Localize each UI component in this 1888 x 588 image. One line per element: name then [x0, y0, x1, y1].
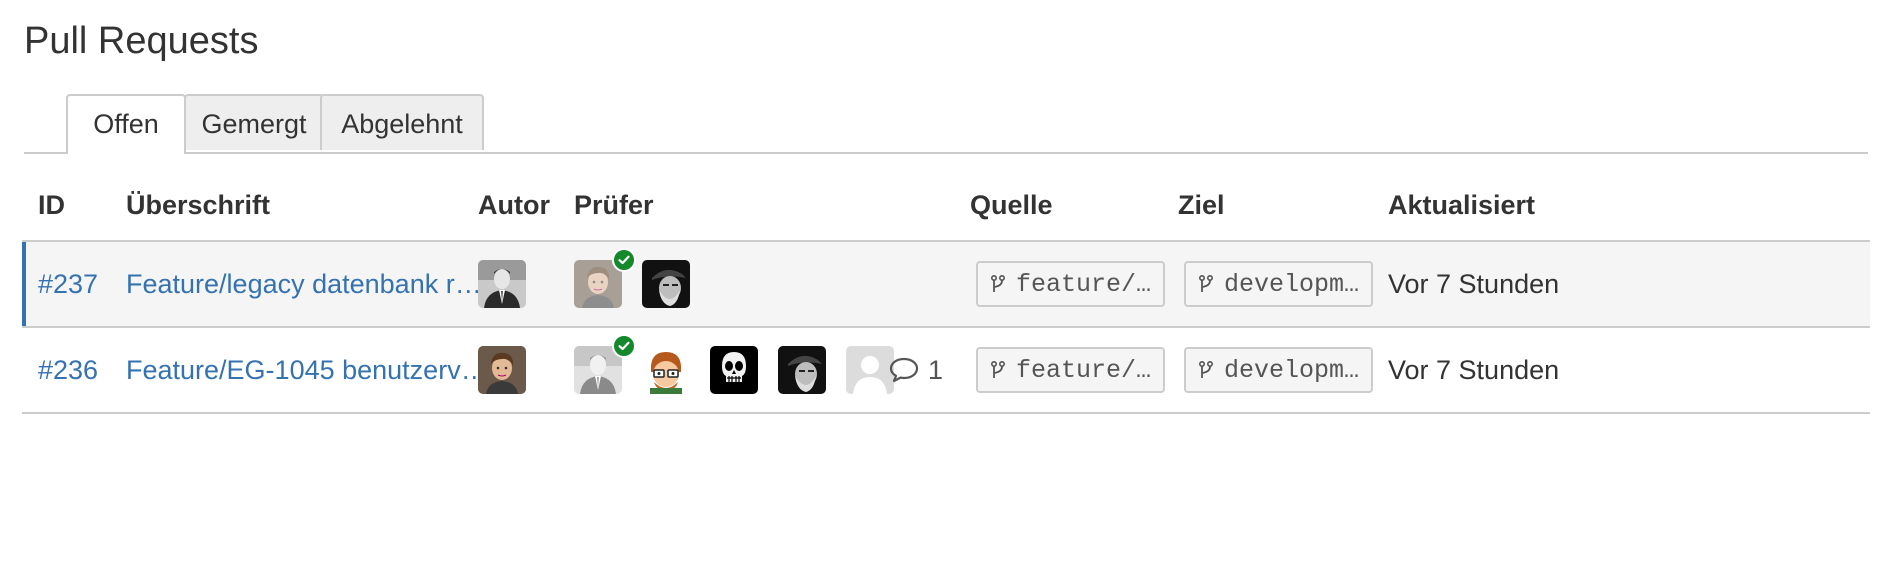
approved-check-icon — [612, 334, 636, 358]
tab-merged[interactable]: Gemergt — [184, 94, 324, 150]
column-header-id: ID — [38, 190, 65, 220]
reviewer-avatar — [642, 260, 690, 308]
pull-request-table: ID Überschrift Autor Prüfer Quelle Ziel … — [22, 180, 1870, 414]
pull-request-title-link[interactable]: Feature/EG-1045 benutzerv… — [126, 355, 488, 386]
source-branch-lozenge[interactable]: feature/… — [976, 261, 1166, 307]
target-branch-lozenge[interactable]: developm… — [1184, 347, 1374, 393]
reviewer-avatar — [846, 346, 894, 394]
table-header: ID Überschrift Autor Prüfer Quelle Ziel … — [22, 180, 1870, 242]
target-branch-name: developm… — [1224, 355, 1360, 385]
target-branch-lozenge[interactable]: developm… — [1184, 261, 1374, 307]
reviewer[interactable] — [642, 260, 690, 308]
dark-hat-man-avatar-icon — [642, 260, 690, 308]
source-branch-name: feature/… — [1016, 355, 1152, 385]
reviewer-approved[interactable] — [574, 334, 636, 394]
pull-requests-page: Pull Requests Offen Gemergt Abgelehnt ID… — [0, 0, 1888, 588]
reviewer[interactable] — [710, 346, 758, 394]
page-title: Pull Requests — [24, 20, 259, 62]
column-header-updated: Aktualisiert — [1388, 190, 1536, 220]
reviewer-avatar — [642, 346, 690, 394]
branch-icon — [990, 274, 1006, 294]
reviewer-list — [574, 328, 914, 412]
branch-icon — [990, 360, 1006, 380]
column-header-author: Autor — [478, 190, 550, 220]
author-avatar[interactable] — [478, 346, 526, 394]
column-header-source: Quelle — [970, 190, 1053, 220]
tab-declined[interactable]: Abgelehnt — [320, 94, 484, 150]
cartoon-glasses-avatar-icon — [642, 346, 690, 394]
reviewer[interactable] — [846, 346, 894, 394]
tab-bar: Offen Gemergt Abgelehnt — [24, 94, 1868, 154]
table-row[interactable]: #237 Feature/legacy datenbank r… feature… — [22, 242, 1870, 328]
tab-open[interactable]: Offen — [66, 94, 186, 154]
pull-request-id-link[interactable]: #236 — [38, 355, 98, 386]
column-header-target: Ziel — [1178, 190, 1225, 220]
source-branch-lozenge[interactable]: feature/… — [976, 347, 1166, 393]
branch-icon — [1198, 360, 1214, 380]
young-man-avatar-icon — [478, 346, 526, 394]
source-branch-name: feature/… — [1016, 269, 1152, 299]
reviewer-list — [574, 242, 710, 326]
comment-count[interactable]: 1 — [888, 355, 943, 386]
approved-check-icon — [612, 248, 636, 272]
author-avatar[interactable] — [478, 260, 526, 308]
suit-man-avatar-icon — [478, 260, 526, 308]
pull-request-id-link[interactable]: #237 — [38, 269, 98, 300]
comment-count-value: 1 — [928, 354, 944, 385]
reviewer-avatar — [778, 346, 826, 394]
reviewer[interactable] — [778, 346, 826, 394]
column-header-reviewers: Prüfer — [574, 190, 654, 220]
reviewer[interactable] — [642, 346, 690, 394]
branch-icon — [1198, 274, 1214, 294]
skull-avatar-icon — [710, 346, 758, 394]
updated-timestamp: Vor 7 Stunden — [1388, 354, 1560, 385]
updated-timestamp: Vor 7 Stunden — [1388, 268, 1560, 299]
target-branch-name: developm… — [1224, 269, 1360, 299]
dark-hat-man-avatar-icon — [778, 346, 826, 394]
comment-bubble-icon — [889, 357, 919, 383]
default-user-avatar-icon — [846, 346, 894, 394]
pull-request-title-link[interactable]: Feature/legacy datenbank r… — [126, 269, 482, 300]
reviewer-avatar — [710, 346, 758, 394]
column-header-title: Überschrift — [126, 190, 271, 220]
table-row[interactable]: #236 Feature/EG-1045 benutzerv… 1 featur… — [22, 328, 1870, 414]
reviewer-approved[interactable] — [574, 248, 636, 308]
